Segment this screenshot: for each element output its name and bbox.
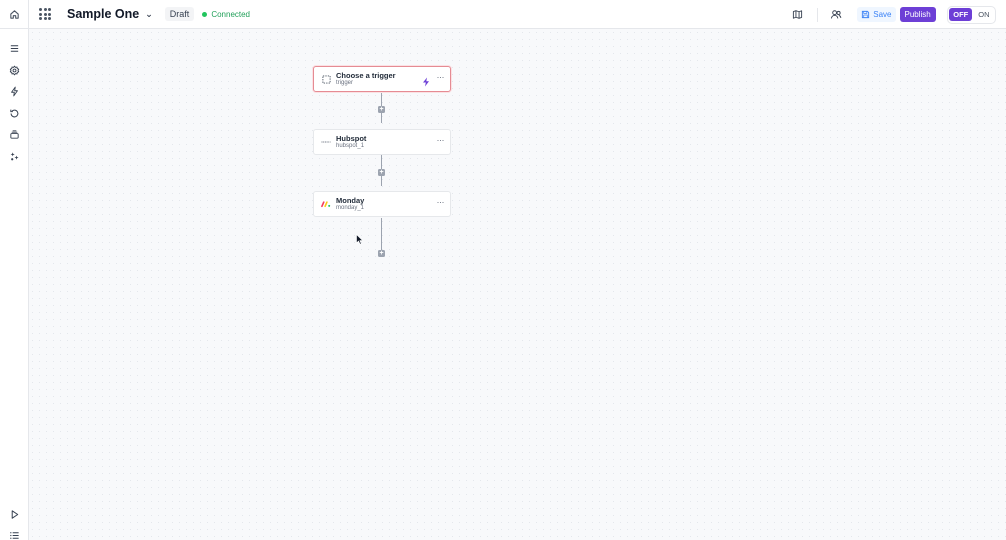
hubspot-icon [321, 137, 331, 147]
save-label: Save [873, 10, 892, 19]
layers-icon[interactable] [8, 128, 21, 141]
toggle-on-option[interactable]: ON [974, 8, 993, 21]
divider [817, 7, 819, 22]
save-icon [862, 10, 870, 19]
monday-icon [321, 199, 331, 209]
menu-icon[interactable] [8, 42, 21, 55]
play-icon[interactable] [8, 508, 21, 521]
home-icon [9, 9, 19, 19]
status-label: Connected [211, 9, 251, 19]
workflow-canvas[interactable] [29, 29, 1006, 540]
bolt-icon [422, 74, 430, 92]
header-actions: Save Publish OFF ON [789, 0, 1006, 29]
node-title: Monday [336, 195, 365, 205]
connector-line [381, 218, 382, 251]
settings-icon[interactable] [8, 64, 21, 77]
status-dot-icon [202, 11, 208, 17]
mouse-cursor-icon [356, 232, 364, 250]
bolt-icon[interactable] [8, 85, 21, 98]
monday-node[interactable]: Monday monday_1 ··· [313, 191, 451, 217]
more-options-icon[interactable]: ··· [437, 73, 445, 82]
map-button[interactable] [789, 7, 805, 23]
hubspot-node[interactable]: Hubspot hubspot_1 ··· [313, 129, 451, 155]
apps-grid-icon[interactable] [39, 8, 51, 20]
on-off-toggle[interactable]: OFF ON [946, 5, 996, 24]
connection-status: Connected [202, 10, 250, 19]
node-subtitle: trigger [336, 80, 354, 87]
map-icon [792, 10, 802, 19]
more-options-icon[interactable]: ··· [437, 198, 445, 207]
home-button[interactable] [0, 0, 29, 29]
add-step-button[interactable]: + [378, 250, 385, 257]
collaborators-button[interactable] [828, 7, 844, 23]
node-subtitle: hubspot_1 [336, 143, 365, 150]
left-sidebar [0, 29, 29, 540]
node-subtitle: monday_1 [336, 205, 365, 212]
add-step-button[interactable]: + [378, 106, 385, 113]
save-button[interactable]: Save [857, 7, 896, 22]
list-icon[interactable] [8, 529, 21, 540]
users-icon [831, 10, 842, 19]
workflow-title-dropdown[interactable]: Sample One ⌄ [67, 7, 153, 21]
node-title: Hubspot [336, 133, 367, 143]
node-title: Choose a trigger [336, 70, 396, 80]
publish-button[interactable]: Publish [899, 7, 936, 22]
add-step-button[interactable]: + [378, 169, 385, 176]
workflow-title: Sample One [67, 7, 140, 21]
toggle-off-option[interactable]: OFF [949, 8, 973, 21]
dashed-square-icon [321, 74, 331, 84]
more-options-icon[interactable]: ··· [437, 136, 445, 145]
integrations-icon[interactable] [8, 150, 21, 163]
draft-badge: Draft [164, 7, 195, 21]
top-bar: Sample One ⌄ Draft Connected Save Publis… [0, 0, 1006, 29]
chevron-down-icon: ⌄ [145, 8, 153, 19]
trigger-node[interactable]: Choose a trigger trigger ··· [313, 66, 451, 92]
history-icon[interactable] [8, 107, 21, 120]
